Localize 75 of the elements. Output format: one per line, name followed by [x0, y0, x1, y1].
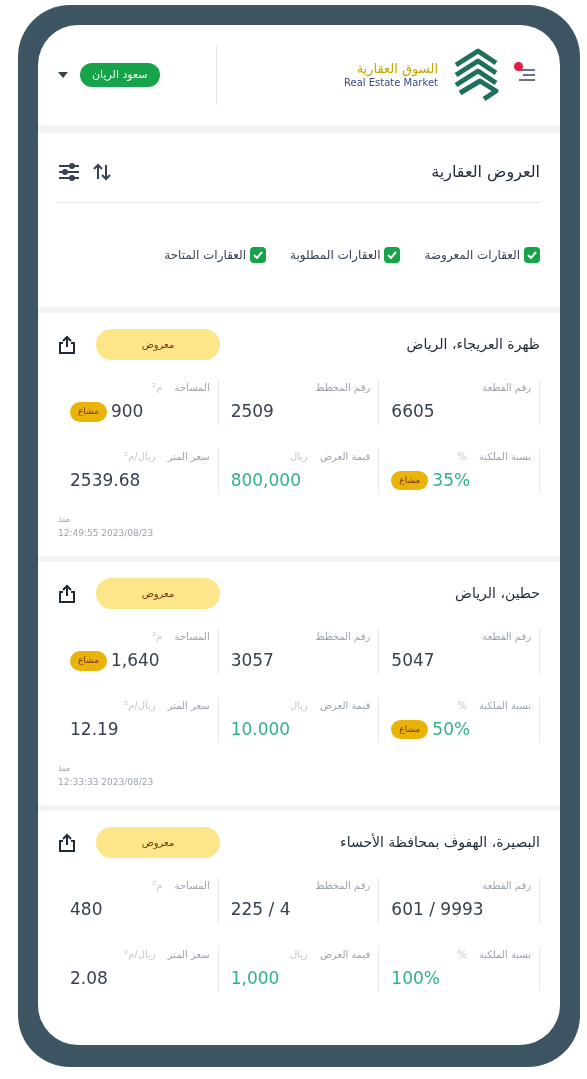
listing-title: البصيرة، الهفوف بمحافظة الأحساء: [340, 832, 540, 853]
menu-icon: [517, 67, 537, 83]
status-badge: معروض: [96, 827, 220, 858]
field-label: المساحة: [174, 879, 210, 893]
listing-date: 2023/08/23 12:33:33: [58, 775, 154, 789]
field-label: المساحة: [174, 630, 210, 644]
field-value: 50%: [432, 717, 471, 741]
listing-title: ظهرة العريجاء، الرياض: [406, 335, 540, 355]
field-value: 5047: [391, 649, 435, 672]
shared-badge: مشاع: [70, 651, 107, 671]
field-value: 800,000: [230, 468, 301, 492]
field-value: 10.000: [230, 717, 291, 741]
field-value: 35%: [432, 468, 471, 492]
logo-subtitle: Real Estate Market: [344, 76, 438, 90]
field-label: نسبة الملكية: [478, 449, 531, 464]
field-unit: ريال: [290, 449, 308, 464]
filter-checkbox[interactable]: العقارات المعروضة: [424, 246, 540, 264]
field-label: رقم القطعة: [482, 630, 531, 644]
filter-checkbox[interactable]: العقارات المطلوبة: [290, 246, 401, 264]
check-icon: [253, 251, 263, 259]
sort-icon[interactable]: [92, 161, 112, 182]
field-unit: ريال/م²: [124, 449, 156, 464]
field-label: قيمة العرض: [319, 947, 371, 962]
field-unit: ريال: [290, 698, 308, 713]
field-value: 1,640: [110, 649, 160, 672]
field-value: 2509: [230, 400, 274, 423]
field-unit: %: [457, 698, 467, 713]
field-value: 2539.68: [70, 468, 141, 492]
field-label: المساحة: [174, 381, 210, 395]
listing-date: 2023/08/23 12:49:55: [58, 526, 154, 540]
status-badge: معروض: [96, 578, 220, 609]
field-value: 100%: [391, 966, 440, 990]
check-icon: [527, 251, 537, 259]
shared-badge: مشاع: [391, 470, 429, 490]
field-value: 3057: [230, 649, 274, 672]
field-label: رقم المخطط: [315, 630, 371, 644]
field-value: 601 / 9993: [391, 898, 484, 921]
listing-title: حطين، الرياض: [455, 584, 540, 604]
share-icon[interactable]: [58, 334, 76, 355]
check-icon: [387, 251, 398, 259]
field-label: قيمة العرض: [319, 449, 371, 464]
field-label: نسبة الملكية: [478, 947, 531, 962]
field-label: رقم القطعة: [482, 879, 531, 893]
field-unit: ريال: [290, 947, 308, 962]
field-label: سعر المتر: [167, 449, 210, 464]
field-value: 225 / 4: [230, 898, 291, 921]
field-unit: %: [457, 449, 467, 464]
status-badge: معروض: [96, 329, 220, 360]
shared-badge: مشاع: [391, 719, 429, 739]
field-value: 12.19: [70, 717, 119, 741]
field-label: سعر المتر: [167, 947, 210, 962]
field-label: سعر المتر: [167, 698, 210, 713]
filter-checkbox[interactable]: العقارات المتاحة: [164, 246, 266, 264]
since-label: منذ: [58, 762, 71, 775]
field-label: رقم القطعة: [482, 381, 531, 395]
filter-icon[interactable]: [58, 161, 80, 182]
dropdown-caret-icon[interactable]: [58, 72, 68, 78]
field-value: 900: [110, 400, 144, 423]
logo-title: السوق العقارية: [356, 60, 438, 77]
field-value: 480: [70, 898, 103, 921]
field-value: 1,000: [230, 966, 280, 990]
field-value: 2.08: [70, 966, 108, 990]
field-label: رقم المخطط: [315, 879, 371, 893]
since-label: منذ: [58, 513, 71, 526]
field-label: نسبة الملكية: [478, 698, 531, 713]
field-unit: ريال/م²: [124, 698, 156, 713]
share-icon[interactable]: [58, 832, 76, 853]
shared-badge: مشاع: [70, 402, 107, 422]
section-title: العروض العقارية: [431, 160, 540, 184]
field-label: قيمة العرض: [319, 698, 371, 713]
field-unit: ريال/م²: [124, 947, 156, 962]
share-icon[interactable]: [58, 583, 76, 604]
field-unit: %: [457, 947, 467, 962]
field-value: 6605: [391, 400, 435, 423]
field-label: رقم المخطط: [315, 381, 371, 395]
